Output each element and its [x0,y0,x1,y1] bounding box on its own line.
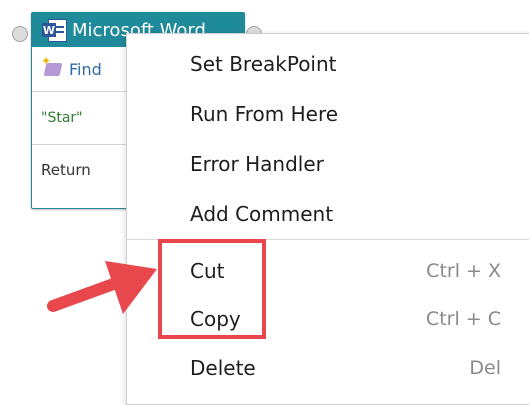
menu-item-label: Add Comment [190,202,334,226]
menu-item-shortcut: Ctrl + C [425,308,501,330]
menu-item-label: Delete [190,356,256,380]
search-value: "Star" [41,110,83,126]
find-action-label: Find [69,59,102,79]
menu-item-shortcut: Del [469,357,501,379]
input-port[interactable] [12,26,28,42]
menu-item-delete[interactable]: Delete Del [127,345,529,391]
word-icon: W [42,18,67,42]
menu-item-label: Set BreakPoint [190,52,337,76]
menu-item-add-comment[interactable]: Add Comment [127,191,529,237]
context-menu: Set BreakPoint Run From Here Error Handl… [126,33,529,405]
menu-item-set-breakpoint[interactable]: Set BreakPoint [127,41,529,87]
annotation-highlight-box [158,239,266,339]
menu-item-error-handler[interactable]: Error Handler [127,141,529,187]
annotation-arrow-icon [47,261,157,314]
menu-item-label: Run From Here [190,102,339,126]
find-tag-icon: ✦ [41,54,63,80]
menu-item-shortcut: Ctrl + X [426,260,501,282]
menu-item-run-from-here[interactable]: Run From Here [127,91,529,137]
return-label: Return [41,161,91,179]
menu-item-label: Error Handler [190,152,324,176]
